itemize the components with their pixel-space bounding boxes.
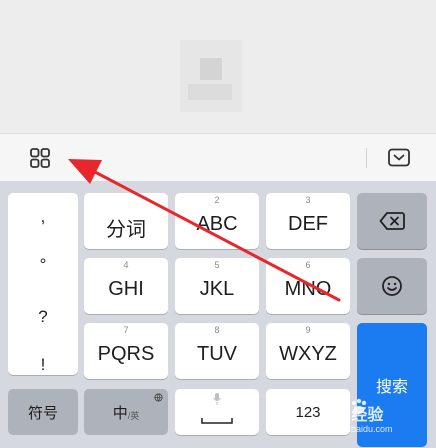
microphone-icon (213, 393, 221, 405)
space-key[interactable] (175, 389, 259, 435)
key-label: DEF (288, 213, 328, 235)
globe-icon (154, 393, 163, 402)
key-label: PQRS (97, 343, 155, 365)
key-number: 3 (305, 195, 311, 205)
key-label: TUV (197, 343, 237, 365)
key-number: 8 (214, 325, 220, 335)
key-label: GHI (108, 278, 144, 300)
key-label: JKL (199, 278, 235, 300)
smiley-icon (382, 276, 402, 296)
punctuation-question[interactable]: ? (8, 307, 78, 327)
blurred-content (200, 58, 222, 80)
punctuation-list[interactable]: , ° ? ! (8, 193, 78, 375)
collapse-keyboard-button[interactable] (382, 142, 416, 174)
key-label: 分词 (106, 219, 146, 241)
key-4-ghi[interactable]: 4 GHI (84, 258, 168, 314)
emoji-key[interactable] (357, 258, 427, 314)
key-8-tuv[interactable]: 8 TUV (175, 323, 259, 379)
key-7-pqrs[interactable]: 7 PQRS (84, 323, 168, 379)
apps-grid-icon (30, 148, 50, 168)
toolbar-divider (366, 148, 367, 168)
key-label: WXYZ (279, 343, 337, 365)
key-label: ABC (196, 213, 238, 235)
blurred-content (188, 84, 232, 100)
key-number: 9 (305, 325, 311, 335)
punctuation-exclamation[interactable]: ! (8, 355, 78, 375)
delete-key[interactable] (357, 193, 427, 249)
key-6-mno[interactable]: 6 MNO (266, 258, 350, 314)
symbols-key[interactable]: 符号 (8, 389, 78, 435)
punctuation-period[interactable]: ° (8, 255, 78, 275)
punctuation-comma[interactable]: , (8, 207, 78, 227)
key-number: 4 (123, 260, 129, 270)
key-segment[interactable]: 分词 (84, 193, 168, 249)
key-number: 5 (214, 260, 220, 270)
message-content-area (0, 0, 436, 133)
language-main-label: 中 (112, 404, 128, 422)
backspace-icon (379, 212, 405, 230)
key-3-def[interactable]: 3 DEF (266, 193, 350, 249)
space-bar-icon (201, 418, 233, 424)
key-2-abc[interactable]: 2 ABC (175, 193, 259, 249)
keyboard-collapse-icon (388, 148, 410, 167)
language-toggle-key[interactable]: 中 /英 (84, 389, 168, 435)
key-number: 7 (123, 325, 129, 335)
language-sub-label: /英 (127, 410, 140, 421)
key-label: MNO (284, 278, 332, 300)
key-5-jkl[interactable]: 5 JKL (175, 258, 259, 314)
key-number: 2 (214, 195, 220, 205)
key-9-wxyz[interactable]: 9 WXYZ (266, 323, 350, 379)
t9-keyboard: , ° ? ! 分词 2 ABC 3 DEF 4 GHI 5 JKL 6 MNO (0, 181, 436, 448)
search-key[interactable]: 搜索 (357, 323, 427, 447)
numbers-key[interactable]: 123 (266, 389, 350, 435)
apps-grid-button[interactable] (23, 142, 57, 174)
key-number: 6 (305, 260, 311, 270)
keyboard-toolbar (0, 133, 436, 181)
